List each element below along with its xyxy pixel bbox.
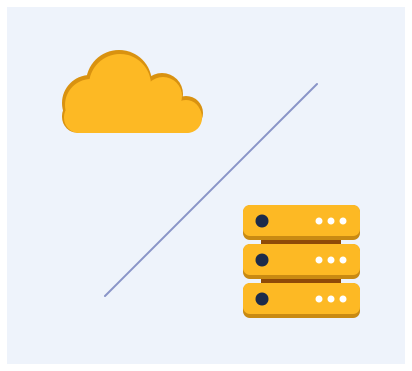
indicator-light (315, 256, 323, 264)
server-unit (243, 283, 360, 318)
indicator-light (327, 295, 335, 303)
indicator-light (327, 217, 335, 225)
status-dot (255, 214, 269, 228)
cloud-icon (62, 50, 203, 133)
cloud-server-illustration (62, 50, 360, 318)
status-dot (255, 253, 269, 267)
indicator-light (315, 295, 323, 303)
indicator-light (339, 256, 347, 264)
indicator-light (315, 217, 323, 225)
server-rack-icon (243, 205, 360, 318)
server-unit (243, 205, 360, 240)
server-unit (243, 244, 360, 279)
indicator-light (339, 217, 347, 225)
status-dot (255, 292, 269, 306)
indicator-light (339, 295, 347, 303)
indicator-light (327, 256, 335, 264)
